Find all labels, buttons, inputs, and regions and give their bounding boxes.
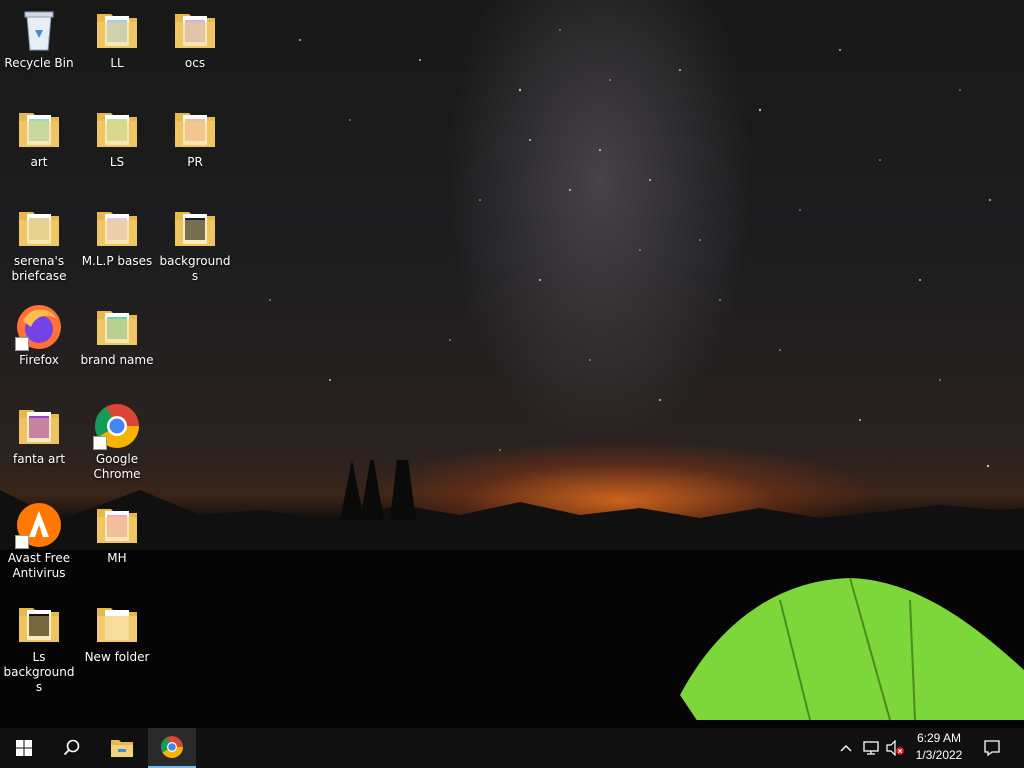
taskbar-clock[interactable]: 6:29 AM 1/3/2022 (906, 730, 972, 766)
desktop-icon-label: backgrounds (159, 254, 231, 283)
desktop-icon-label: serena's briefcase (11, 254, 67, 283)
chrome-icon (161, 736, 183, 758)
desktop-icon-google-chrome[interactable]: Google Chrome (78, 402, 156, 482)
desktop-icon-folder-brand-name[interactable]: brand name (78, 303, 156, 368)
volume-button[interactable] (884, 728, 906, 768)
desktop-icon-recycle-bin[interactable]: Recycle Bin (0, 6, 78, 71)
desktop-icon-label: Recycle Bin (4, 56, 74, 70)
folder-icon (15, 402, 63, 450)
search-button[interactable] (48, 728, 96, 768)
folder-icon (93, 501, 141, 549)
desktop-icon-folder-mlp-bases[interactable]: M.L.P bases (78, 204, 156, 269)
desktop-icon-label: art (30, 155, 48, 169)
desktop-icon-folder-ls-backgrounds[interactable]: Ls backgrounds (0, 600, 78, 695)
chrome-icon (93, 402, 141, 450)
desktop-icon-label: fanta art (12, 452, 66, 466)
clock-time: 6:29 AM (916, 731, 962, 745)
desktop-icon-label: brand name (80, 353, 154, 367)
start-button[interactable] (0, 728, 48, 768)
speaker-muted-icon (886, 740, 904, 756)
shortcut-arrow-icon (15, 337, 29, 351)
desktop-icon-folder-art[interactable]: art (0, 105, 78, 170)
folder-icon (93, 600, 141, 648)
taskbar: 6:29 AM 1/3/2022 (0, 728, 1024, 768)
desktop-icon-label: Avast Free Antivirus (7, 551, 71, 580)
clock-date: 1/3/2022 (915, 748, 963, 762)
desktop-icon-label: LL (110, 56, 124, 70)
folder-icon (171, 105, 219, 153)
shortcut-arrow-icon (15, 535, 29, 549)
desktop-icon-label: Firefox (19, 353, 59, 367)
taskbar-file-explorer[interactable] (98, 728, 146, 768)
desktop-icon-label: LS (109, 155, 125, 169)
search-icon (63, 739, 80, 756)
desktop-icon-folder-serenas-briefcase[interactable]: serena's briefcase (0, 204, 78, 284)
desktop-icon-folder-ll[interactable]: LL (78, 6, 156, 71)
notification-icon (984, 740, 1000, 757)
desktop-icon-folder-fanta-art[interactable]: fanta art (0, 402, 78, 467)
desktop-icon-label: ocs (184, 56, 206, 70)
windows-logo-icon (16, 740, 32, 756)
wallpaper-tent (660, 577, 1024, 728)
desktop-icon-folder-backgrounds[interactable]: backgrounds (156, 204, 234, 284)
desktop-icon-folder-new-folder[interactable]: New folder (78, 600, 156, 665)
network-icon (863, 741, 879, 755)
shortcut-arrow-icon (93, 436, 107, 450)
folder-icon (171, 6, 219, 54)
folder-icon (93, 6, 141, 54)
desktop-icon-label: Ls backgrounds (3, 650, 75, 694)
desktop-icon-avast[interactable]: Avast Free Antivirus (0, 501, 78, 581)
desktop-icon-label: MH (107, 551, 127, 565)
desktop-icon-label: Google Chrome (93, 452, 141, 481)
desktop[interactable]: Recycle Bin LL ocs art LS PR serena's br… (0, 0, 1024, 728)
desktop-icon-folder-mh[interactable]: MH (78, 501, 156, 566)
folder-icon (93, 303, 141, 351)
folder-icon (93, 204, 141, 252)
desktop-icon-label: New folder (84, 650, 150, 664)
chevron-up-icon (840, 745, 852, 752)
desktop-icon-firefox[interactable]: Firefox (0, 303, 78, 368)
desktop-icon-folder-ls[interactable]: LS (78, 105, 156, 170)
action-center-button[interactable] (978, 728, 1006, 768)
desktop-icon-label: M.L.P bases (81, 254, 153, 268)
folder-icon (93, 105, 141, 153)
taskbar-chrome[interactable] (148, 728, 196, 768)
firefox-icon (15, 303, 63, 351)
folder-icon (15, 204, 63, 252)
desktop-icon-label: PR (187, 155, 203, 169)
folder-icon (15, 105, 63, 153)
avast-icon (15, 501, 63, 549)
desktop-icon-folder-pr[interactable]: PR (156, 105, 234, 170)
network-button[interactable] (860, 728, 882, 768)
recycle-bin-icon (15, 6, 63, 54)
folder-icon (171, 204, 219, 252)
desktop-icon-folder-ocs[interactable]: ocs (156, 6, 234, 71)
file-explorer-icon (111, 740, 133, 757)
folder-icon (15, 600, 63, 648)
show-hidden-icons-button[interactable] (836, 728, 856, 768)
